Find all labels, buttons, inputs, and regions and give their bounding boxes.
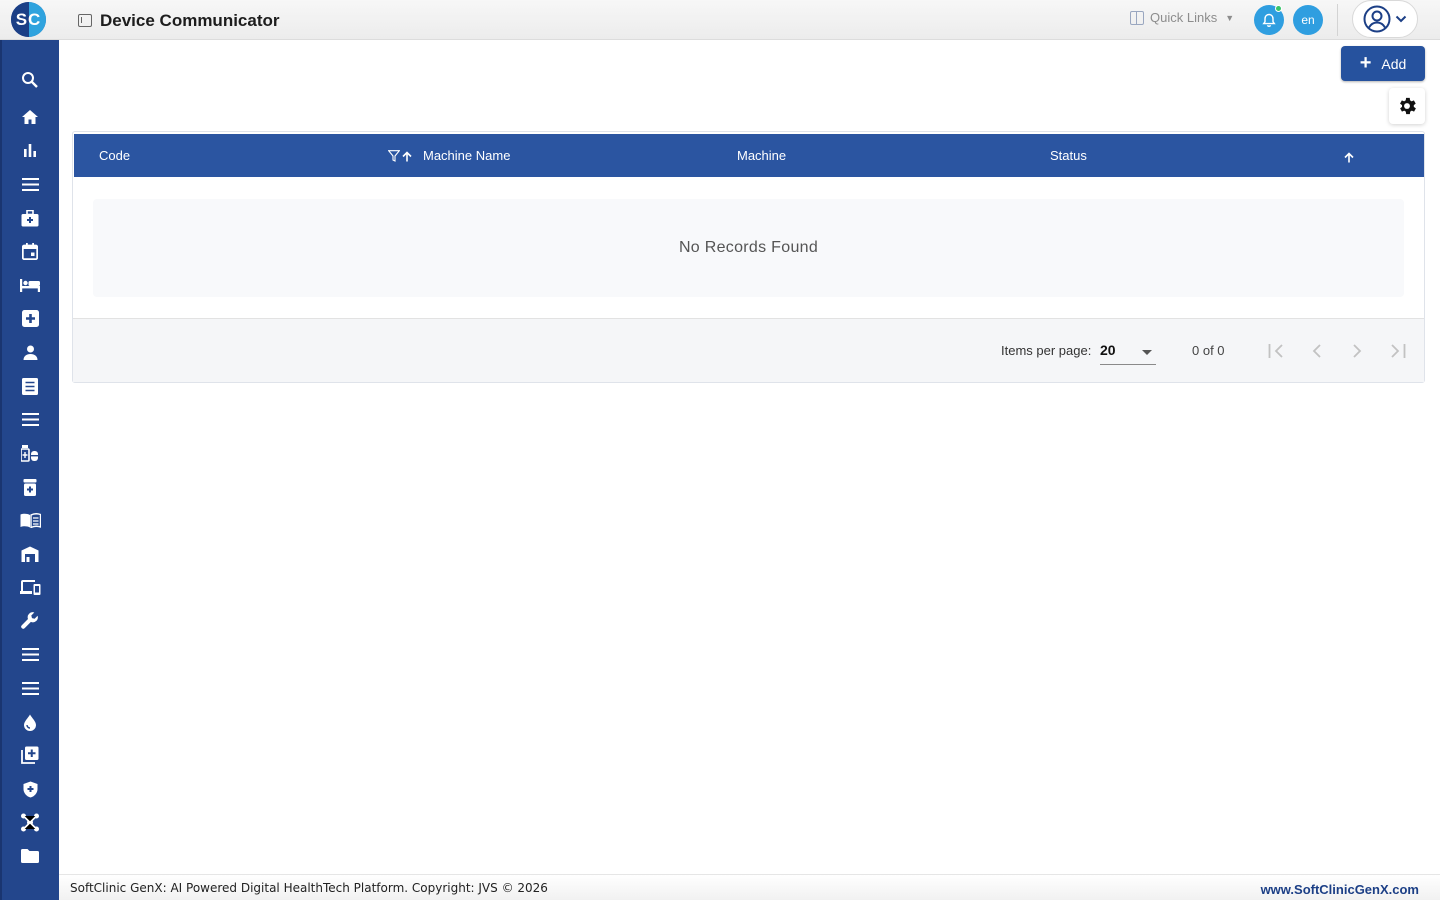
network-icon [21,813,39,831]
wrench-icon [21,612,38,629]
column-header-code[interactable]: Code [99,148,130,163]
devices-icon [19,579,40,595]
menu-icon [21,412,39,426]
paginator: Items per page: 20 0 of 0 [73,319,1424,382]
bed-icon [20,279,40,292]
caret-down-icon: ▼ [1225,12,1235,23]
folder-icon [21,849,39,863]
arrow-up-icon [402,150,412,161]
quick-links-label: Quick Links [1150,10,1218,25]
previous-page-button[interactable] [1305,339,1329,363]
shield-icon [23,781,37,797]
notifications-button[interactable] [1254,5,1284,35]
person-icon [23,345,37,360]
medical-plus-icon [21,309,39,327]
sidebar-item-add-library[interactable] [19,744,41,766]
table-header: Code Machine Name Machine Status [74,134,1424,177]
sidebar-item-warehouse[interactable] [19,543,41,565]
sidebar-item-menu-1[interactable] [19,173,41,195]
book-icon [20,512,41,528]
column-header-status[interactable]: Status [1050,148,1087,163]
plus-icon: + [1359,51,1372,74]
sidebar-item-network[interactable] [19,811,41,833]
document-icon [22,377,38,395]
sidebar-item-search[interactable] [19,69,41,91]
sidebar [0,40,59,900]
website-link[interactable]: www.SoftClinicGenX.com [1261,882,1419,897]
search-icon [22,72,38,88]
chevron-right-icon [1353,344,1362,358]
medicine-bottle-icon [23,478,37,496]
empty-state: No Records Found [93,199,1404,297]
sidebar-item-patient[interactable] [19,341,41,363]
notification-status-dot [1275,5,1282,12]
avatar-icon [1363,5,1391,33]
sidebar-item-security[interactable] [19,778,41,800]
chevron-left-icon [1312,344,1321,358]
sidebar-item-menu-2[interactable] [19,408,41,430]
blood-drop-icon [24,714,36,731]
home-icon [22,110,38,124]
chevron-down-icon [1395,15,1407,23]
sidebar-item-blood-bank[interactable] [19,711,41,733]
last-page-icon [1391,344,1406,358]
settings-button[interactable] [1389,88,1425,124]
sidebar-item-pharmacy[interactable] [19,442,41,464]
dropdown-arrow-icon [1142,350,1152,355]
sidebar-item-medical[interactable] [19,307,41,329]
pharmacy-icon [21,445,38,462]
sidebar-item-home[interactable] [19,106,41,128]
sidebar-item-documents[interactable] [19,375,41,397]
bell-icon [1262,13,1276,27]
page-range-label: 0 of 0 [1192,343,1225,358]
medical-bag-icon [21,209,39,226]
column-sort-controls[interactable] [388,150,412,162]
sidebar-item-files[interactable] [19,845,41,867]
first-page-button[interactable] [1265,339,1289,363]
page-icon [78,14,92,27]
items-per-page-value: 20 [1100,342,1116,358]
filter-icon [388,150,400,162]
last-page-button[interactable] [1385,339,1409,363]
add-button-label: Add [1381,55,1407,72]
sidebar-item-medicine[interactable] [19,476,41,498]
sidebar-item-menu-3[interactable] [19,643,41,665]
add-button[interactable]: + Add [1341,46,1425,81]
sidebar-item-tools[interactable] [19,610,41,632]
quick-links-button[interactable]: Quick Links ▼ [1130,10,1234,25]
divider [1337,4,1338,36]
column-header-machine[interactable]: Machine [737,148,786,163]
user-menu-button[interactable] [1352,0,1418,38]
warehouse-icon [21,546,39,562]
footer: SoftClinic GenX: AI Powered Digital Heal… [59,874,1440,900]
sidebar-item-library[interactable] [19,509,41,531]
sidebar-item-devices[interactable] [19,576,41,598]
page-title: Device Communicator [100,11,280,30]
arrow-up-icon[interactable] [1344,152,1354,163]
sidebar-item-reports[interactable] [19,139,41,161]
menu-icon [21,177,39,191]
app-logo[interactable]: SC [11,2,46,37]
column-header-machine-name[interactable]: Machine Name [423,148,510,163]
bar-chart-icon [24,144,36,157]
sidebar-item-medical-bag[interactable] [19,207,41,229]
sidebar-item-menu-4[interactable] [19,677,41,699]
first-page-icon [1268,344,1283,358]
data-table: Code Machine Name Machine Status No Reco… [72,131,1425,383]
menu-icon [21,647,39,661]
menu-icon [21,681,39,695]
calendar-icon [22,242,38,260]
sidebar-item-calendar[interactable] [19,240,41,262]
sidebar-item-bed[interactable] [19,274,41,296]
top-bar: SC Device Communicator Quick Links ▼ en [0,0,1440,40]
add-library-icon [21,746,39,764]
language-button[interactable]: en [1293,5,1323,35]
items-per-page-select[interactable]: 20 [1100,333,1156,365]
gift-icon [1130,10,1144,25]
items-per-page-label: Items per page: [1001,343,1092,358]
copyright-text: SoftClinic GenX: AI Powered Digital Heal… [70,881,548,895]
next-page-button[interactable] [1345,339,1369,363]
gear-icon [1400,97,1416,115]
